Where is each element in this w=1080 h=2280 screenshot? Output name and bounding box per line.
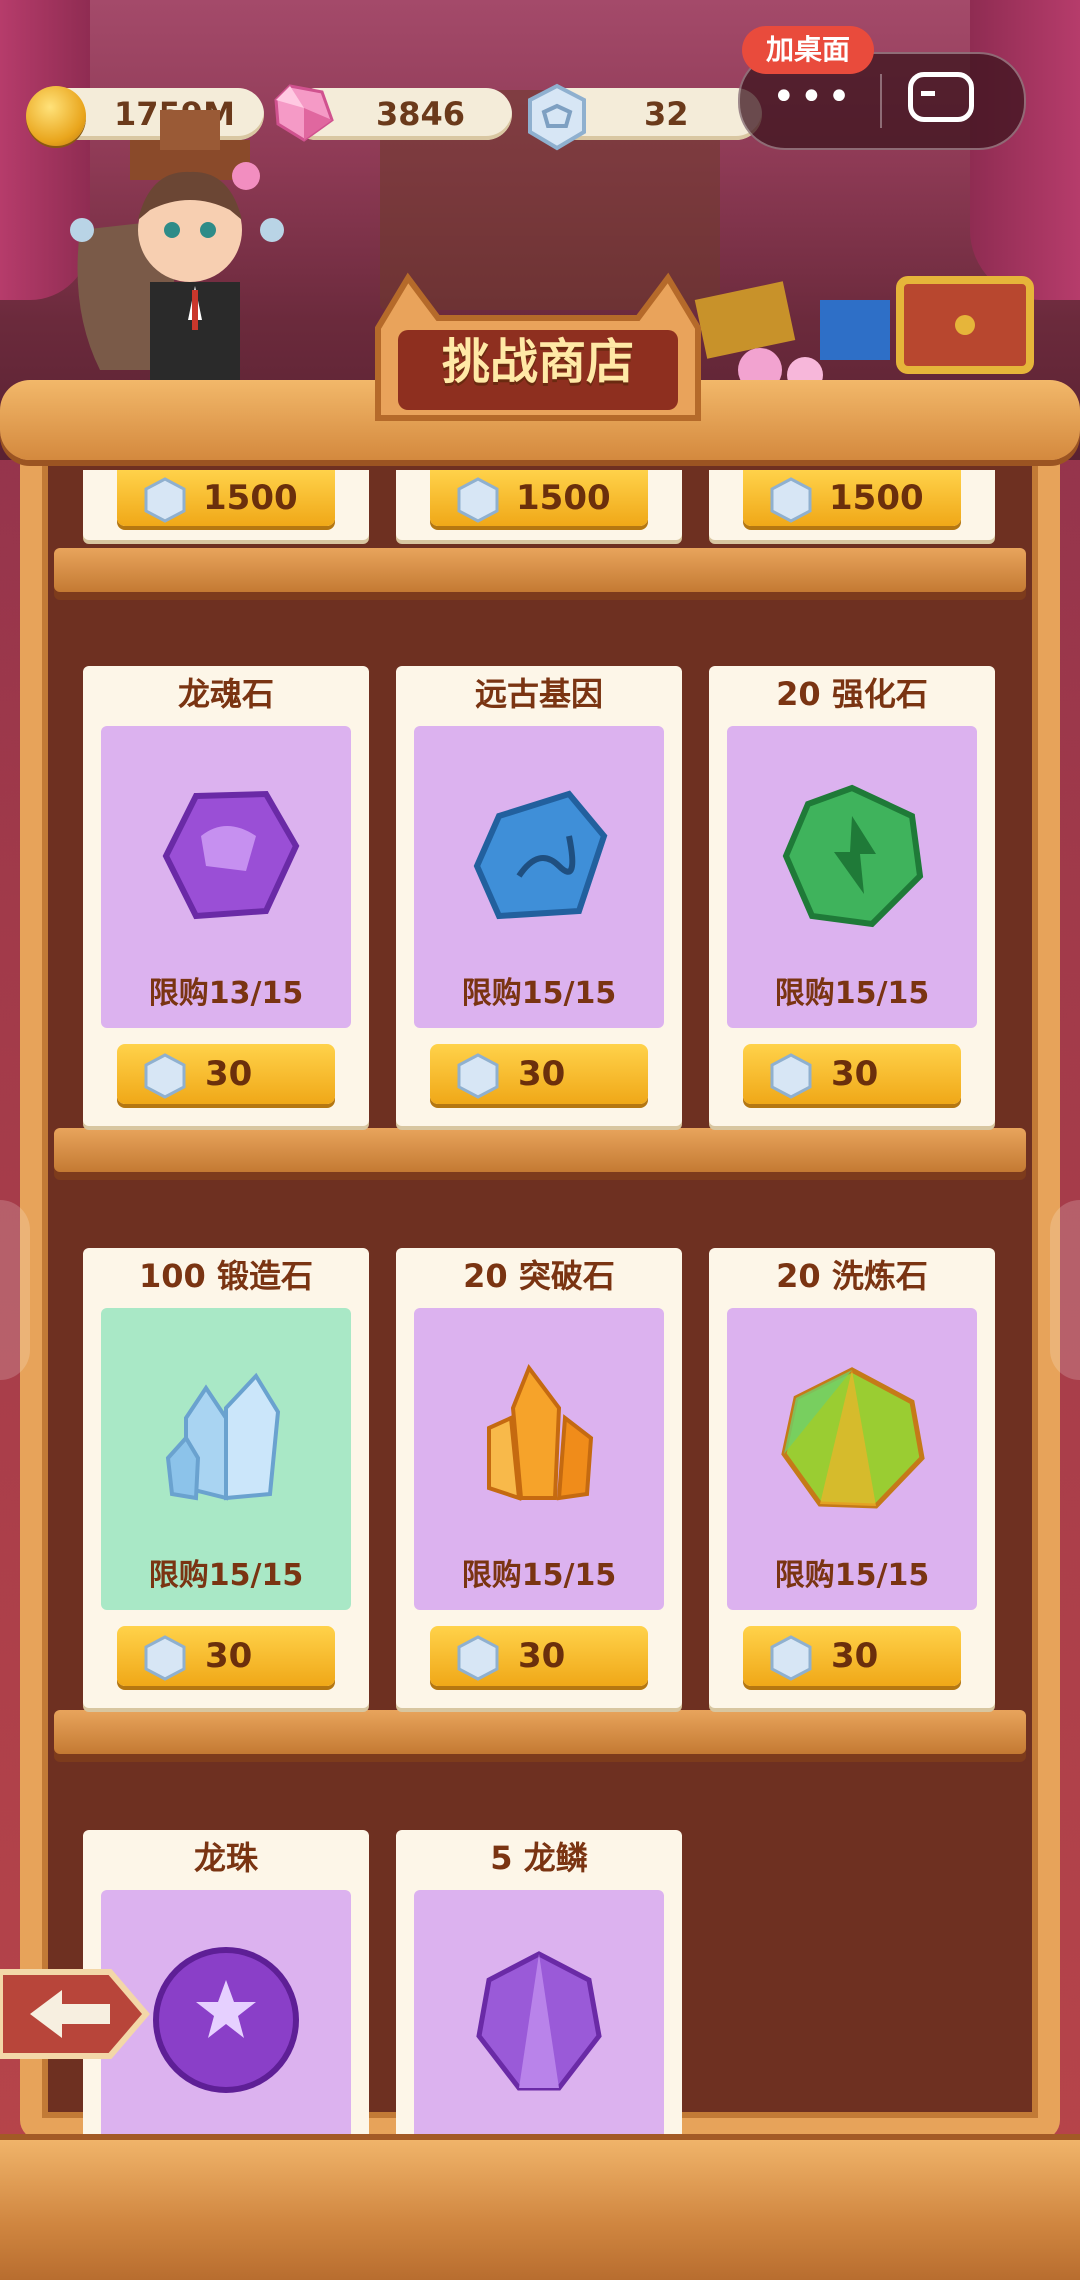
breakthrough-stone-icon [487, 1363, 594, 1501]
buy-button[interactable]: 30 [743, 1044, 961, 1104]
purchase-limit: 限购13/15 [148, 976, 304, 1011]
ancient-gene-icon [473, 790, 608, 920]
buy-button[interactable]: 1500 [430, 470, 648, 526]
back-button[interactable] [0, 1962, 150, 2066]
challenge-ticket-icon [457, 1635, 499, 1681]
buy-button[interactable]: 30 [430, 1626, 648, 1686]
shopkeeper-character [70, 110, 284, 382]
shop-item-card[interactable]: 5 龙鳞 [396, 1830, 682, 2140]
shelf-board [54, 1128, 1026, 1172]
item-name: 龙珠 [193, 1839, 258, 1877]
ticket-amount: 32 [644, 95, 689, 133]
buy-button[interactable]: 30 [117, 1626, 335, 1686]
gamepad-icon[interactable] [908, 72, 974, 122]
add-to-desktop-button[interactable]: 加桌面 [742, 26, 874, 74]
challenge-ticket-icon [457, 1053, 499, 1099]
gem-amount: 3846 [376, 95, 466, 133]
purchase-limit: 限购15/15 [774, 1558, 930, 1593]
price-label: 30 [518, 1636, 566, 1676]
challenge-ticket-icon [528, 83, 586, 151]
buy-button[interactable]: 1500 [743, 470, 961, 526]
shelf-bottom-beam [0, 2140, 1080, 2280]
purchase-limit: 限购15/15 [461, 1558, 617, 1593]
item-name: 龙魂石 [177, 675, 274, 713]
buy-button[interactable]: 30 [117, 1044, 335, 1104]
price-label: 30 [831, 1054, 879, 1094]
shelf-board [54, 1710, 1026, 1754]
scroll-right-arrow[interactable] [1050, 1200, 1080, 1380]
shop-item-card[interactable]: 100 锻造石 限购15/15 30 [83, 1248, 369, 1708]
purchase-limit: 限购15/15 [148, 1558, 304, 1593]
item-name: 20 洗炼石 [776, 1257, 928, 1295]
shelf-board [54, 548, 1026, 592]
purchase-limit: 限购15/15 [461, 976, 617, 1011]
dragon-scale-icon [476, 1951, 602, 2091]
enhance-stone-icon [782, 784, 924, 928]
challenge-ticket-icon [770, 1053, 812, 1099]
item-name: 20 强化石 [776, 675, 928, 713]
shop-item-card[interactable]: 远古基因 限购15/15 30 [396, 666, 682, 1126]
shop-item-card[interactable]: 20 强化石 限购15/15 30 [709, 666, 995, 1126]
scroll-left-arrow[interactable] [0, 1200, 30, 1380]
dragon-orb-icon [153, 1947, 299, 2093]
price-label: 1500 [516, 478, 611, 518]
buy-button[interactable]: 30 [743, 1626, 961, 1686]
shop-item-card: 1500 [83, 470, 369, 540]
more-button[interactable]: ••• [772, 77, 852, 117]
dragon-soul-stone-icon [162, 790, 300, 920]
item-name: 20 突破石 [463, 1257, 615, 1295]
forge-stone-icon [165, 1372, 281, 1501]
price-label: 1500 [203, 478, 298, 518]
shop-title: 挑战商店 [441, 334, 634, 390]
item-name: 5 龙鳞 [490, 1839, 588, 1877]
buy-button[interactable]: 30 [430, 1044, 648, 1104]
price-label: 30 [205, 1636, 253, 1676]
price-label: 30 [518, 1054, 566, 1094]
shop-item-card[interactable]: 20 洗炼石 限购15/15 30 [709, 1248, 995, 1708]
buy-button[interactable]: 1500 [117, 470, 335, 526]
challenge-ticket-icon [770, 477, 812, 523]
price-label: 1500 [829, 478, 924, 518]
challenge-ticket-icon [770, 1635, 812, 1681]
shop-item-card: 1500 [709, 470, 995, 540]
challenge-ticket-icon [457, 477, 499, 523]
curtain-right [970, 0, 1080, 300]
refine-stone-icon [781, 1367, 925, 1509]
price-label: 30 [205, 1054, 253, 1094]
item-name: 100 锻造石 [139, 1257, 313, 1295]
challenge-ticket-icon [144, 1635, 186, 1681]
price-label: 30 [831, 1636, 879, 1676]
challenge-ticket-icon [144, 477, 186, 523]
item-name: 远古基因 [474, 675, 603, 713]
purchase-limit: 限购15/15 [774, 976, 930, 1011]
shop-item-card[interactable]: 20 突破石 限购15/15 30 [396, 1248, 682, 1708]
challenge-ticket-icon [144, 1053, 186, 1099]
shop-item-card: 1500 [396, 470, 682, 540]
shop-item-card[interactable]: 龙魂石 限购13/15 30 [83, 666, 369, 1126]
